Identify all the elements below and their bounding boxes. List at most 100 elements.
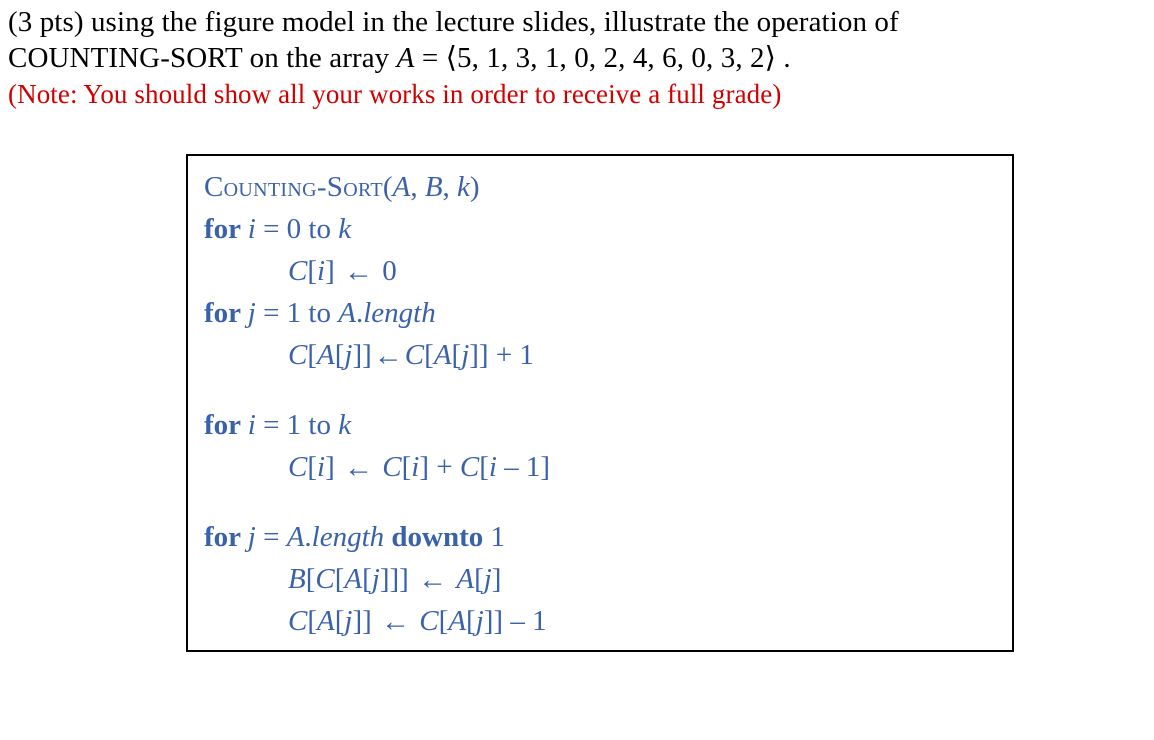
var-j-8: j xyxy=(372,563,380,595)
algorithm-box: Counting-Sort(A, B, k) for i = 0 to k C[… xyxy=(186,154,1014,652)
close-6a: ] xyxy=(325,451,342,483)
open-8b: [ xyxy=(335,563,345,595)
arrow-icon: ← xyxy=(372,335,405,377)
algo-line-5: for i = 1 to k xyxy=(204,404,996,446)
algo-title-open: ( xyxy=(383,171,393,203)
question-text: (3 pts) using the figure model in the le… xyxy=(8,4,1146,77)
note-close-paren: ) xyxy=(772,79,781,109)
kw-for-1: for xyxy=(204,213,248,245)
algo-line-7: for j = A.length downto 1 xyxy=(204,516,996,558)
var-j-3: j xyxy=(248,297,256,329)
algo-line-3: for j = 1 to A.length xyxy=(204,292,996,334)
var-A-8: A xyxy=(344,563,362,595)
var-A-3: A xyxy=(338,297,356,329)
close-6b: ] + xyxy=(419,451,460,483)
bracket-open-2: [ xyxy=(307,255,317,287)
text-eq1tok: = 1 to xyxy=(256,409,338,441)
var-j-9b: j xyxy=(476,605,484,637)
open-9d: [ xyxy=(466,605,476,637)
dot-7: . xyxy=(304,521,311,553)
open-4lb: [ xyxy=(335,339,345,371)
gap-2 xyxy=(204,488,996,516)
var-C-6b: C xyxy=(382,451,401,483)
open-4r: [ xyxy=(424,339,434,371)
algo-line-9: C[A[j]] ← C[A[j]] – 1 xyxy=(204,600,996,642)
arrow-icon: ← xyxy=(342,251,375,293)
var-C-9a: C xyxy=(288,605,307,637)
kw-for-3: for xyxy=(204,409,248,441)
var-length-3: length xyxy=(363,297,436,329)
var-j-8b: j xyxy=(484,563,492,595)
close-8: ]]] xyxy=(380,563,416,595)
algo-title-name: Counting-Sort xyxy=(204,171,383,203)
open-6b: [ xyxy=(402,451,412,483)
algo-line-2: C[i] ← 0 xyxy=(204,250,996,292)
var-A-4r: A xyxy=(434,339,452,371)
algo-arg-B: B xyxy=(425,171,443,203)
minus1-6: – 1] xyxy=(497,451,550,483)
var-i-6c: i xyxy=(489,451,497,483)
var-j-7: j xyxy=(248,521,256,553)
open-9c: [ xyxy=(439,605,449,637)
var-i-2: i xyxy=(317,255,325,287)
zero-2: 0 xyxy=(375,255,397,287)
algo-sep2: , xyxy=(443,171,458,203)
algo-line-4: C[A[j]] ← C[A[j]] + 1 xyxy=(204,334,996,376)
open-9a: [ xyxy=(307,605,317,637)
kw-downto: downto xyxy=(391,521,483,553)
var-length-7: length xyxy=(312,521,385,553)
algo-line-6: C[i] ← C[i] + C[i – 1] xyxy=(204,446,996,488)
var-A-9b: A xyxy=(448,605,466,637)
open-4l: [ xyxy=(307,339,317,371)
question-line1: (3 pts) using the figure model in the le… xyxy=(8,6,899,38)
bracket-close-2: ] xyxy=(325,255,342,287)
var-i-1: i xyxy=(248,213,256,245)
kw-for-4: for xyxy=(204,521,248,553)
arrow-icon: ← xyxy=(416,559,449,601)
page-root: (3 pts) using the figure model in the le… xyxy=(0,0,1154,660)
eq-7: = xyxy=(256,521,287,553)
var-C-2: C xyxy=(288,255,307,287)
var-k-1: k xyxy=(338,213,351,245)
note-body: Note: You should show all your works in … xyxy=(17,79,772,109)
close-4r: ]] + 1 xyxy=(469,339,534,371)
algo-title: Counting-Sort(A, B, k) xyxy=(204,166,996,208)
algo-arg-k: k xyxy=(457,171,470,203)
open-6a: [ xyxy=(307,451,317,483)
gap-1 xyxy=(204,376,996,404)
var-B-8: B xyxy=(288,563,306,595)
algo-title-close: ) xyxy=(470,171,480,203)
algo-arg-A: A xyxy=(393,171,411,203)
var-C-4l: C xyxy=(288,339,307,371)
var-C-6c: C xyxy=(460,451,479,483)
one-7: 1 xyxy=(483,521,505,553)
algo-line-1: for i = 0 to k xyxy=(204,208,996,250)
open-9b: [ xyxy=(335,605,345,637)
open-8d: [ xyxy=(474,563,484,595)
open-4rb: [ xyxy=(452,339,462,371)
open-6c: [ xyxy=(479,451,489,483)
kw-for-2: for xyxy=(204,297,248,329)
question-array-var: A xyxy=(397,42,415,74)
var-A-8b: A xyxy=(456,563,474,595)
var-C-9b: C xyxy=(419,605,438,637)
text-eq1to: = 1 to xyxy=(256,297,338,329)
algo-sep1: , xyxy=(410,171,425,203)
open-8a: [ xyxy=(306,563,316,595)
text-eq0tok: = 0 to xyxy=(256,213,338,245)
arrow-icon: ← xyxy=(379,601,412,643)
var-C-6a: C xyxy=(288,451,307,483)
var-C-8: C xyxy=(315,563,334,595)
question-line2-prefix: COUNTING-SORT on the array xyxy=(8,42,397,74)
var-k-5: k xyxy=(338,409,351,441)
algo-line-8: B[C[A[j]]] ← A[j] xyxy=(204,558,996,600)
open-8c: [ xyxy=(362,563,372,595)
var-i-6a: i xyxy=(317,451,325,483)
arrow-icon: ← xyxy=(342,447,375,489)
question-array-values: = ⟨5, 1, 3, 1, 0, 2, 4, 6, 0, 3, 2⟩ . xyxy=(414,42,790,74)
close-4l: ]] xyxy=(352,339,371,371)
note-text: (Note: You should show all your works in… xyxy=(8,79,1146,110)
var-A-7: A xyxy=(287,521,305,553)
note-open-paren: ( xyxy=(8,79,17,109)
var-A-4l: A xyxy=(317,339,335,371)
